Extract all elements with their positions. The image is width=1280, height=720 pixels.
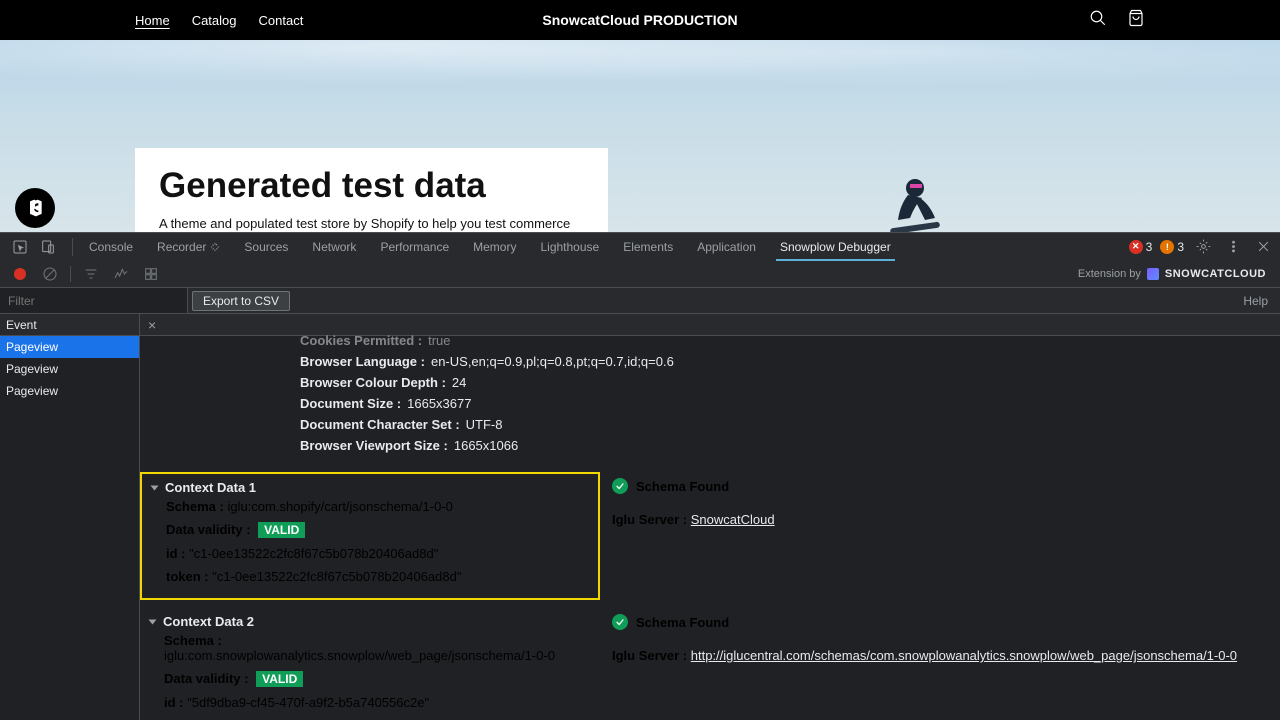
hero-card: Generated test data A theme and populate… bbox=[135, 148, 608, 232]
check-icon bbox=[612, 478, 628, 494]
event-sidebar: Event Pageview Pageview Pageview bbox=[0, 314, 140, 720]
warning-count-badge[interactable]: !3 bbox=[1160, 240, 1184, 254]
devtools-tabs: Console Recorder Sources Network Perform… bbox=[77, 233, 903, 260]
tab-console[interactable]: Console bbox=[77, 233, 145, 260]
nav-catalog[interactable]: Catalog bbox=[192, 13, 237, 28]
brand-name: SNOWCATCLOUD bbox=[1165, 268, 1266, 280]
close-icon[interactable] bbox=[1252, 236, 1274, 258]
iglu-server-link[interactable]: http://iglucentral.com/schemas/com.snowp… bbox=[691, 648, 1237, 663]
site-header: Home Catalog Contact SnowcatCloud PRODUC… bbox=[0, 0, 1280, 40]
devtools-tab-bar: Console Recorder Sources Network Perform… bbox=[0, 232, 1280, 260]
sidebar-header: Event bbox=[0, 314, 139, 336]
tab-sources[interactable]: Sources bbox=[232, 233, 300, 260]
inspect-icon[interactable] bbox=[6, 233, 34, 261]
hero-heading: Generated test data bbox=[159, 166, 584, 206]
schema-panel-2: Schema Found Iglu Server : http://igluce… bbox=[600, 608, 1280, 720]
tab-elements[interactable]: Elements bbox=[611, 233, 685, 260]
search-icon[interactable] bbox=[1089, 9, 1107, 32]
record-icon[interactable] bbox=[8, 262, 32, 286]
sidebar-item-pageview[interactable]: Pageview bbox=[0, 380, 139, 402]
site-title: SnowcatCloud PRODUCTION bbox=[542, 12, 737, 28]
nav-contact[interactable]: Contact bbox=[259, 13, 304, 28]
filter-row: Export to CSV Help bbox=[0, 288, 1280, 314]
iglu-server-link[interactable]: SnowcatCloud bbox=[691, 512, 775, 527]
sidebar-item-pageview[interactable]: Pageview bbox=[0, 358, 139, 380]
tab-lighthouse[interactable]: Lighthouse bbox=[528, 233, 611, 260]
device-toggle-icon[interactable] bbox=[34, 233, 62, 261]
check-icon bbox=[612, 614, 628, 630]
filter-input[interactable] bbox=[0, 288, 188, 313]
schema-panel-1: Schema Found Iglu Server : SnowcatCloud bbox=[600, 472, 1280, 600]
kebab-icon[interactable] bbox=[1222, 236, 1244, 258]
sidebar-item-pageview[interactable]: Pageview bbox=[0, 336, 139, 358]
tab-network[interactable]: Network bbox=[300, 233, 368, 260]
tab-recorder[interactable]: Recorder bbox=[145, 233, 232, 260]
tab-snowplow-debugger[interactable]: Snowplow Debugger bbox=[768, 233, 903, 260]
cart-icon[interactable] bbox=[1127, 9, 1145, 32]
filter-toggle-icon[interactable] bbox=[79, 262, 103, 286]
site-nav: Home Catalog Contact bbox=[135, 13, 303, 28]
detail-content: × Cookies Permitted :true Browser Langua… bbox=[140, 314, 1280, 720]
tab-application[interactable]: Application bbox=[685, 233, 768, 260]
main-panel: Event Pageview Pageview Pageview × Cooki… bbox=[0, 314, 1280, 720]
gear-icon[interactable] bbox=[1192, 236, 1214, 258]
help-link[interactable]: Help bbox=[1243, 294, 1268, 308]
tab-memory[interactable]: Memory bbox=[461, 233, 528, 260]
tab-performance[interactable]: Performance bbox=[368, 233, 461, 260]
hero-subtext: A theme and populated test store by Shop… bbox=[159, 216, 584, 232]
signal-icon[interactable] bbox=[109, 262, 133, 286]
clear-icon[interactable] bbox=[38, 262, 62, 286]
export-csv-button[interactable]: Export to CSV bbox=[192, 291, 290, 311]
stack-icon[interactable] bbox=[139, 262, 163, 286]
snowboarder-image bbox=[880, 170, 950, 232]
nav-home[interactable]: Home bbox=[135, 13, 170, 28]
context-data-1: Context Data 1 Schema : iglu:com.shopify… bbox=[140, 472, 600, 600]
brand-icon bbox=[1147, 268, 1159, 280]
shopify-badge-icon bbox=[15, 188, 55, 228]
extension-toolbar: Extension by SNOWCATCLOUD bbox=[0, 260, 1280, 288]
hero-section: Generated test data A theme and populate… bbox=[0, 40, 1280, 232]
error-count-badge[interactable]: ✕3 bbox=[1129, 240, 1153, 254]
extension-by-label: Extension by bbox=[1078, 268, 1141, 280]
context-data-2: Context Data 2 Schema : iglu:com.snowplo… bbox=[140, 608, 600, 720]
